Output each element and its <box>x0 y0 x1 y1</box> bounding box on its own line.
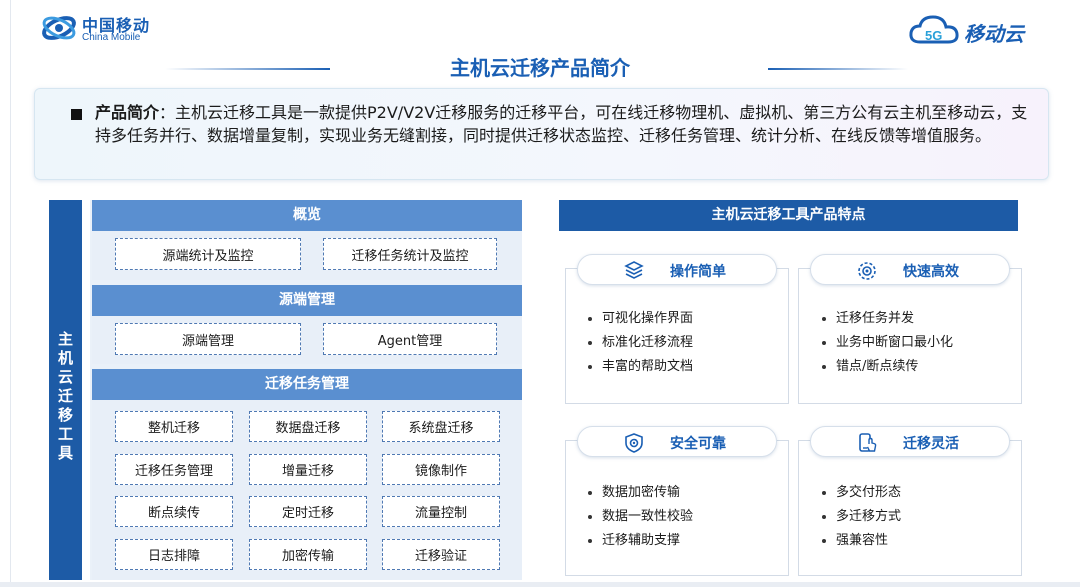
feature-label: 操作简单 <box>670 264 726 280</box>
feature-list: 可视化操作界面 标准化迁移流程 丰富的帮助文档 <box>586 307 693 379</box>
feature-list: 迁移任务并发 业务中断窗口最小化 错点/断点续传 <box>820 307 953 379</box>
cloud-5g-icon: 5G <box>909 15 959 44</box>
list-item: 多迁移方式 <box>820 505 901 529</box>
module-box: 整机迁移 <box>115 411 233 442</box>
target-gear-icon <box>858 262 876 280</box>
feature-pill-secure: 安全可靠 <box>577 426 777 457</box>
bottom-bar <box>0 582 1080 587</box>
module-box: 定时迁移 <box>249 496 367 527</box>
list-item: 迁移任务并发 <box>820 307 953 331</box>
china-mobile-name-en: China Mobile <box>82 32 141 43</box>
module-box: 源端统计及监控 <box>115 238 301 270</box>
module-box: 迁移验证 <box>382 538 500 570</box>
square-bullet-icon <box>71 109 82 120</box>
mobile-cloud-name: 移动云 <box>964 22 1024 46</box>
intro-box: 产品简介：主机云迁移工具是一款提供P2V/V2V迁移服务的迁移平台，可在线迁移物… <box>34 88 1049 180</box>
module-box: 断点续传 <box>115 496 233 527</box>
section-header-overview: 概览 <box>92 200 522 231</box>
intro-separator: ： <box>159 103 176 122</box>
mobile-touch-icon <box>859 433 877 452</box>
tool-vertical-label: 主机云迁移工具 <box>49 330 82 463</box>
module-box: Agent管理 <box>323 323 497 355</box>
module-box: 加密传输 <box>249 538 367 570</box>
list-item: 可视化操作界面 <box>586 307 693 331</box>
feature-label: 迁移灵活 <box>903 436 959 452</box>
module-box: 系统盘迁移 <box>382 411 500 442</box>
list-item: 数据加密传输 <box>586 481 693 505</box>
feature-list: 多交付形态 多迁移方式 强兼容性 <box>820 481 901 553</box>
feature-pill-flexible: 迁移灵活 <box>810 426 1010 457</box>
module-box: 增量迁移 <box>249 453 367 485</box>
list-item: 错点/断点续传 <box>820 355 953 379</box>
vertical-label-char: 移 <box>57 406 73 424</box>
section-header-tasks: 迁移任务管理 <box>92 369 522 400</box>
module-box: 数据盘迁移 <box>249 411 367 442</box>
vertical-label-char: 迁 <box>57 387 73 405</box>
vertical-label-char: 工 <box>57 425 73 443</box>
module-box: 日志排障 <box>115 538 233 570</box>
feature-pill-easy: 操作简单 <box>577 254 777 285</box>
module-box: 迁移任务统计及监控 <box>323 238 497 270</box>
list-item: 业务中断窗口最小化 <box>820 331 953 355</box>
module-box: 流量控制 <box>382 496 500 527</box>
feature-label: 快速高效 <box>903 264 959 280</box>
section-header-source: 源端管理 <box>92 285 522 316</box>
china-mobile-swirl-icon <box>42 16 76 40</box>
svg-text:5G: 5G <box>925 28 942 43</box>
module-box: 迁移任务管理 <box>115 453 233 485</box>
list-item: 标准化迁移流程 <box>586 331 693 355</box>
intro-text: 主机云迁移工具是一款提供P2V/V2V迁移服务的迁移平台，可在线迁移物理机、虚拟… <box>95 103 1028 145</box>
feature-pill-fast: 快速高效 <box>810 254 1010 285</box>
features-header: 主机云迁移工具产品特点 <box>559 200 1018 231</box>
shield-lock-icon <box>625 433 643 453</box>
vertical-label-char: 主 <box>57 330 73 348</box>
module-box: 镜像制作 <box>382 453 500 485</box>
list-item: 迁移辅助支撑 <box>586 529 693 553</box>
stack-box-icon <box>624 261 644 279</box>
tool-vertical-bar: 主机云迁移工具 <box>49 200 82 580</box>
intro-label: 产品简介 <box>95 103 160 122</box>
vertical-label-char: 云 <box>57 368 73 386</box>
left-edge-line <box>10 0 11 587</box>
vertical-label-char: 具 <box>57 444 73 462</box>
list-item: 数据一致性校验 <box>586 505 693 529</box>
feature-list: 数据加密传输 数据一致性校验 迁移辅助支撑 <box>586 481 693 553</box>
title-rule-right <box>768 68 908 70</box>
mobile-cloud-logo: 5G 移动云 <box>908 14 1038 50</box>
page-title: 主机云迁移产品简介 <box>450 56 630 80</box>
slide: 中国移动 China Mobile 5G 移动云 主机云迁移产品简介 产品简介：… <box>0 0 1080 587</box>
list-item: 强兼容性 <box>820 529 901 553</box>
module-box: 源端管理 <box>115 323 301 355</box>
china-mobile-logo: 中国移动 China Mobile <box>40 10 170 50</box>
feature-label: 安全可靠 <box>670 436 726 452</box>
list-item: 丰富的帮助文档 <box>586 355 693 379</box>
intro-paragraph: 产品简介：主机云迁移工具是一款提供P2V/V2V迁移服务的迁移平台，可在线迁移物… <box>95 101 1040 147</box>
list-item: 多交付形态 <box>820 481 901 505</box>
vertical-label-char: 机 <box>57 349 73 367</box>
